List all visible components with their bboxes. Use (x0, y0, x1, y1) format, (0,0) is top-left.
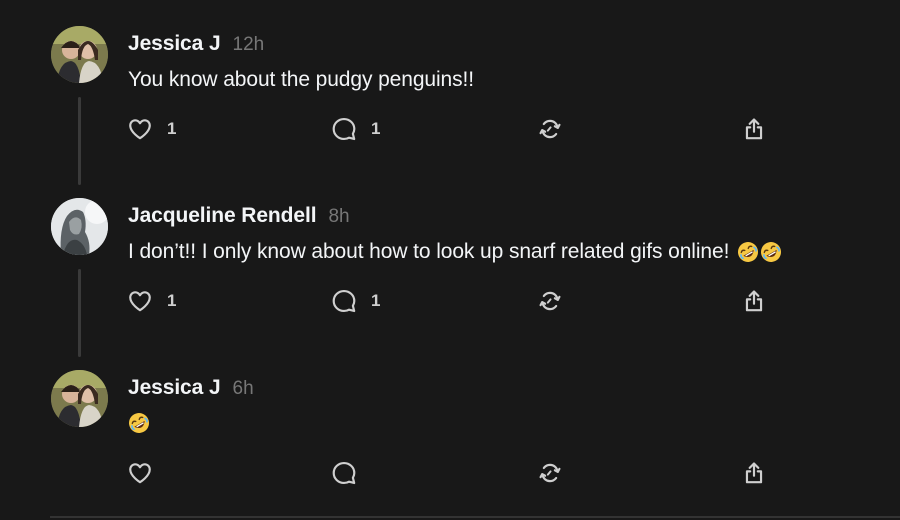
share-upload-icon (745, 290, 763, 312)
like-button[interactable]: 1 (127, 114, 176, 144)
heart-icon (129, 463, 151, 484)
share-button[interactable] (741, 286, 767, 316)
avatar[interactable] (51, 26, 108, 83)
post-actions: 1 1 (0, 286, 900, 316)
post: Jacqueline Rendell 8h I don’t!! I only k… (0, 172, 900, 357)
reply-button[interactable]: 1 (331, 286, 380, 316)
like-button[interactable] (127, 458, 153, 488)
repost-arrows-icon (539, 463, 561, 483)
rolling-on-floor-laughing-emoji-icon (129, 413, 149, 433)
post-text: I don’t!! I only know about how to look … (128, 240, 782, 264)
like-count: 1 (167, 119, 177, 138)
post-header: Jessica J 12h (128, 32, 264, 56)
post: Jessica J 12h You know about the pudgy p… (0, 0, 900, 185)
like-button[interactable]: 1 (127, 286, 176, 316)
like-count: 1 (167, 291, 177, 310)
post-text: You know about the pudgy penguins!! (128, 68, 474, 92)
avatar[interactable] (51, 198, 108, 255)
repost-button[interactable] (537, 114, 563, 144)
reply-count: 1 (371, 119, 381, 138)
reply-button[interactable]: 1 (331, 114, 380, 144)
author-name[interactable]: Jessica J (128, 376, 221, 400)
avatar[interactable] (51, 370, 108, 427)
couple-photo-avatar-icon (51, 370, 108, 427)
share-button[interactable] (741, 114, 767, 144)
bottom-divider (50, 516, 900, 518)
share-upload-icon (745, 462, 763, 484)
repost-button[interactable] (537, 286, 563, 316)
post: Jessica J 6h (0, 344, 900, 516)
share-upload-icon (745, 118, 763, 140)
rolling-on-floor-laughing-emoji-icon (738, 242, 759, 262)
rolling-on-floor-laughing-emoji-icon (761, 242, 782, 262)
timestamp[interactable]: 12h (233, 34, 265, 56)
post-text-content: You know about the pudgy penguins!! (128, 68, 475, 91)
timestamp[interactable]: 6h (233, 378, 254, 400)
heart-icon (129, 119, 151, 140)
post-actions: 1 1 (0, 114, 900, 144)
repost-arrows-icon (539, 291, 561, 311)
reply-button[interactable] (331, 458, 357, 488)
post-header: Jacqueline Rendell 8h (128, 204, 350, 228)
author-name[interactable]: Jacqueline Rendell (128, 204, 317, 228)
reply-count: 1 (371, 291, 381, 310)
thread: Jessica J 12h You know about the pudgy p… (0, 0, 900, 520)
post-text (128, 412, 150, 434)
comment-bubble-icon (332, 117, 356, 141)
share-button[interactable] (741, 458, 767, 488)
couple-photo-avatar-icon (51, 26, 108, 83)
heart-icon (129, 291, 151, 312)
post-text-content: I don’t!! I only know about how to look … (128, 240, 730, 263)
author-name[interactable]: Jessica J (128, 32, 221, 56)
repost-arrows-icon (539, 119, 561, 139)
comment-bubble-icon (332, 461, 356, 485)
person-photo-avatar-icon (51, 198, 108, 255)
post-actions (0, 458, 900, 488)
comment-bubble-icon (332, 289, 356, 313)
timestamp[interactable]: 8h (328, 206, 349, 228)
repost-button[interactable] (537, 458, 563, 488)
post-header: Jessica J 6h (128, 376, 254, 400)
